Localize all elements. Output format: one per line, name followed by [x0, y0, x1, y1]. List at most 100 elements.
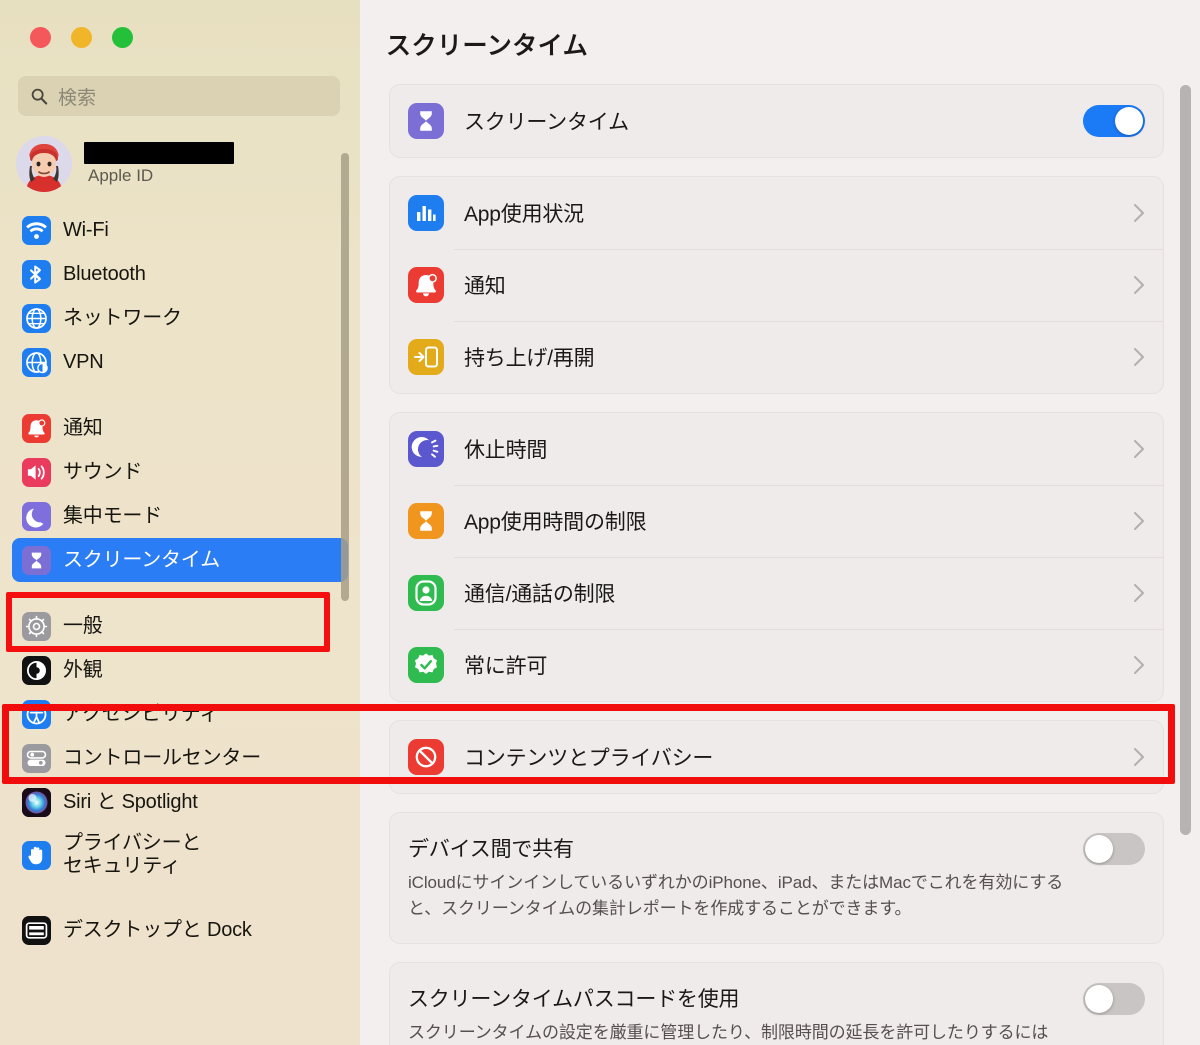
row-content-and-privacy[interactable]: コンテンツとプライバシー: [390, 721, 1163, 793]
app-usage-chart-icon: [408, 195, 444, 231]
sidebar-item-notifications[interactable]: 通知: [12, 406, 348, 450]
sidebar-item-vpn[interactable]: VPN: [12, 340, 348, 384]
row-label: 持ち上げ/再開: [464, 347, 595, 370]
bluetooth-icon: [22, 259, 51, 289]
sidebar-item-label: コントロールセンター: [63, 746, 261, 769]
row-screen-time[interactable]: スクリーンタイム: [390, 85, 1163, 157]
row-share-across-devices: デバイス間で共有 iCloudにサインインしているいずれかのiPhone、iPa…: [390, 813, 1163, 943]
wifi-icon: [22, 215, 51, 245]
memoji-avatar-icon: [16, 136, 72, 192]
sidebar-item-label: 集中モード: [63, 504, 162, 527]
sidebar-item-siri-spotlight[interactable]: Siri と Spotlight: [12, 780, 348, 824]
app-limits-hourglass-icon: [408, 503, 444, 539]
sidebar-item-label: ネットワーク: [63, 306, 182, 329]
row-label: 休止時間: [464, 439, 548, 462]
sidebar-item-focus[interactable]: 集中モード: [12, 494, 348, 538]
sidebar-item-label: アクセシビリティ: [63, 702, 220, 725]
main-scrollbar[interactable]: [1180, 85, 1191, 835]
close-button[interactable]: [30, 27, 51, 48]
control-center-icon: [22, 743, 51, 773]
downtime-icon: [408, 431, 444, 467]
focus-moon-icon: [22, 501, 51, 531]
row-downtime[interactable]: 休止時間: [390, 413, 1163, 485]
accessibility-icon: [22, 699, 51, 729]
screen-time-passcode-toggle[interactable]: [1083, 983, 1145, 1015]
card-limits-group: 休止時間 App使用時間の制限 通信/通話の制限 常に許可: [389, 412, 1164, 702]
sidebar-item-privacy-security[interactable]: プライバシーと セキュリティ: [12, 824, 348, 886]
sidebar-item-sound[interactable]: サウンド: [12, 450, 348, 494]
sidebar-item-network[interactable]: ネットワーク: [12, 296, 348, 340]
sidebar-item-label: Wi-Fi: [63, 218, 109, 241]
share-across-devices-toggle[interactable]: [1083, 833, 1145, 865]
account-text: Apple ID: [84, 142, 234, 186]
notifications-bell-icon: [408, 267, 444, 303]
screen-time-hourglass-icon: [408, 103, 444, 139]
toggle-knob: [1115, 107, 1143, 135]
sidebar-item-label: デスクトップと Dock: [63, 918, 252, 941]
card-usage-group: App使用状況 通知 持ち上げ/再開: [389, 176, 1164, 394]
sidebar-group-desktop: デスクトップと Dock: [0, 908, 360, 952]
network-globe-icon: [22, 303, 51, 333]
sidebar-scrollbar[interactable]: [341, 153, 349, 601]
sidebar-nav: Wi-Fi Bluetooth ネットワーク VPN 通知 サウンド 集中モード…: [0, 208, 360, 952]
chevron-right-icon: [1134, 440, 1144, 458]
appearance-contrast-icon: [22, 655, 51, 685]
search-icon: [31, 88, 48, 105]
row-notifications[interactable]: 通知: [390, 249, 1163, 321]
main-content: スクリーンタイム スクリーンタイム App使用状況 通知 持ち上げ/再開 休止時…: [360, 0, 1200, 1045]
text-column: スクリーンタイムパスコードを使用 スクリーンタイムの設定を厳重に管理したり、制限…: [408, 983, 1083, 1045]
sidebar-item-label: 通知: [63, 416, 103, 439]
avatar: [16, 136, 72, 192]
general-gear-icon: [22, 611, 51, 641]
screen-time-toggle[interactable]: [1083, 105, 1145, 137]
page-title: スクリーンタイム: [386, 32, 589, 60]
row-app-usage[interactable]: App使用状況: [390, 177, 1163, 249]
sidebar-item-wifi[interactable]: Wi-Fi: [12, 208, 348, 252]
row-label: 常に許可: [464, 655, 548, 678]
sidebar-item-label: 一般: [63, 614, 103, 637]
content-privacy-block-icon: [408, 739, 444, 775]
sidebar-item-general[interactable]: 一般: [12, 604, 348, 648]
vpn-globe-icon: [22, 347, 51, 377]
sidebar-item-appearance[interactable]: 外観: [12, 648, 348, 692]
search-input[interactable]: 検索: [18, 76, 340, 116]
desktop-dock-icon: [22, 915, 51, 945]
pickups-phone-icon: [408, 339, 444, 375]
sidebar-item-label: スクリーンタイム: [63, 548, 220, 571]
apple-id-account-item[interactable]: Apple ID: [16, 136, 360, 192]
sidebar: 検索 Apple ID Wi-Fi Bluetooth ネットワーク VPN 通…: [0, 0, 360, 1045]
sidebar-item-control-center[interactable]: コントロールセンター: [12, 736, 348, 780]
row-communication-limits[interactable]: 通信/通話の制限: [390, 557, 1163, 629]
sidebar-group-system: 通知 サウンド 集中モード スクリーンタイム: [0, 406, 360, 582]
row-label: コンテンツとプライバシー: [464, 747, 714, 770]
sound-speaker-icon: [22, 457, 51, 487]
card-share-across-devices: デバイス間で共有 iCloudにサインインしているいずれかのiPhone、iPa…: [389, 812, 1164, 944]
sidebar-item-screen-time[interactable]: スクリーンタイム: [12, 538, 348, 582]
maximize-button[interactable]: [112, 27, 133, 48]
row-label: 通信/通話の制限: [464, 583, 616, 606]
setting-description: iCloudにサインインしているいずれかのiPhone、iPad、またはMacで…: [408, 873, 1064, 918]
row-pickups[interactable]: 持ち上げ/再開: [390, 321, 1163, 393]
chevron-right-icon: [1134, 204, 1144, 222]
account-name-redacted: [84, 142, 234, 164]
card-content-privacy: コンテンツとプライバシー: [389, 720, 1164, 794]
text-column: デバイス間で共有 iCloudにサインインしているいずれかのiPhone、iPa…: [408, 833, 1083, 921]
sidebar-group-personal: 一般 外観 アクセシビリティ コントロールセンター Siri と Spotlig…: [0, 604, 360, 886]
row-label: App使用時間の制限: [464, 511, 647, 534]
window-controls: [0, 0, 360, 48]
search-placeholder: 検索: [58, 87, 97, 109]
settings-list: スクリーンタイム App使用状況 通知 持ち上げ/再開 休止時間 App使用時間…: [360, 84, 1200, 1045]
card-screen-time-toggle: スクリーンタイム: [389, 84, 1164, 158]
row-always-allowed[interactable]: 常に許可: [390, 629, 1163, 701]
sidebar-item-accessibility[interactable]: アクセシビリティ: [12, 692, 348, 736]
communication-limits-icon: [408, 575, 444, 611]
chevron-right-icon: [1134, 748, 1144, 766]
sidebar-item-label: VPN: [63, 350, 104, 373]
sidebar-item-bluetooth[interactable]: Bluetooth: [12, 252, 348, 296]
row-app-limits[interactable]: App使用時間の制限: [390, 485, 1163, 557]
minimize-button[interactable]: [71, 27, 92, 48]
sidebar-item-label: サウンド: [63, 460, 143, 483]
row-label: App使用状況: [464, 203, 584, 226]
sidebar-item-desktop-dock[interactable]: デスクトップと Dock: [12, 908, 348, 952]
sidebar-item-label: Bluetooth: [63, 262, 146, 285]
